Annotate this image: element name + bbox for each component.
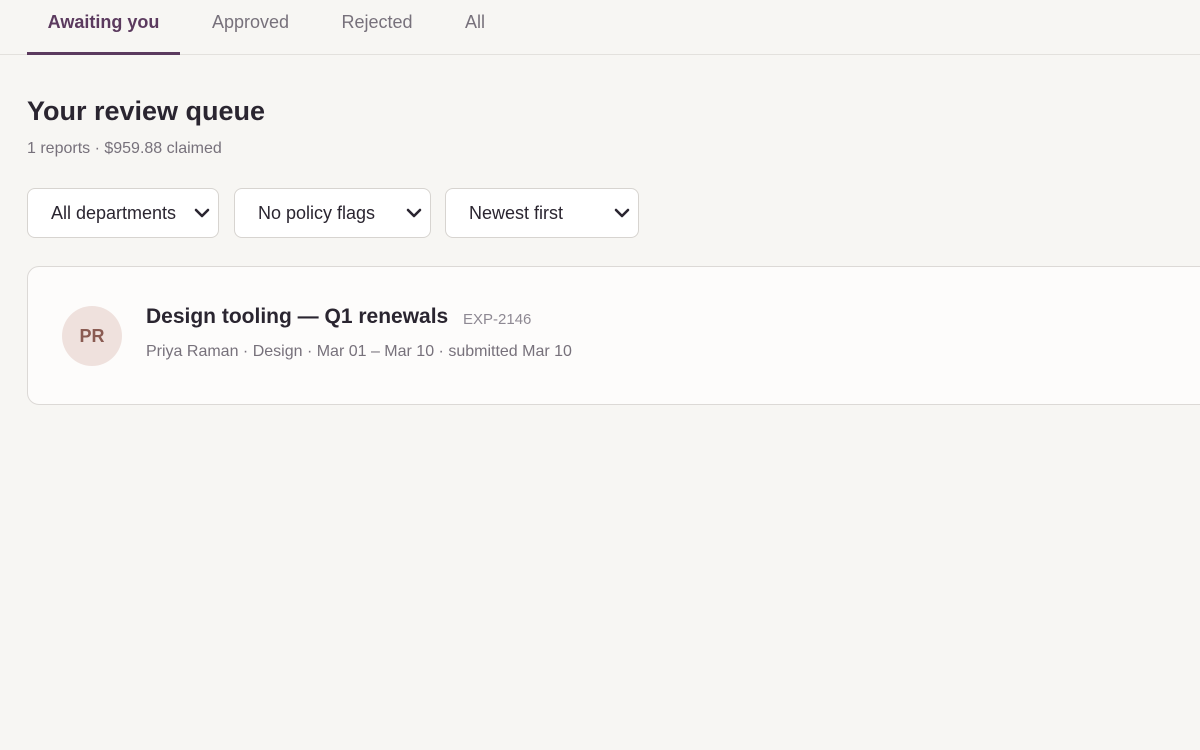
- sort-order-value: Newest first: [469, 203, 564, 223]
- expense-report-card[interactable]: PR Design tooling — Q1 renewals EXP-2146…: [27, 266, 1200, 405]
- page-title: Your review queue: [27, 96, 266, 126]
- expense-review-page: Awaiting you Approved Rejected All Your …: [0, 0, 1200, 750]
- avatar: PR: [62, 306, 122, 366]
- department-filter-select[interactable]: All departments: [27, 188, 219, 238]
- sort-order-select[interactable]: Newest first: [445, 188, 639, 238]
- report-meta: Priya Raman · Design · Mar 01 – Mar 10 ·…: [146, 343, 572, 360]
- tab-rejected[interactable]: Rejected: [320, 0, 434, 55]
- policy-flags-filter-select[interactable]: No policy flags: [234, 188, 431, 238]
- tab-all[interactable]: All: [444, 0, 506, 55]
- report-title: Design tooling — Q1 renewals: [146, 305, 449, 328]
- policy-flags-filter-value: No policy flags: [258, 203, 376, 223]
- department-filter-value: All departments: [51, 203, 177, 223]
- tab-awaiting-you[interactable]: Awaiting you: [27, 0, 180, 55]
- chevron-down-icon: [194, 208, 210, 218]
- tab-approved[interactable]: Approved: [190, 0, 311, 55]
- chevron-down-icon: [614, 208, 630, 218]
- queue-summary: 1 reports · $959.88 claimed: [27, 140, 222, 157]
- chevron-down-icon: [406, 208, 422, 218]
- status-tabs: Awaiting you Approved Rejected All: [0, 0, 1200, 55]
- report-id: EXP-2146: [463, 311, 532, 328]
